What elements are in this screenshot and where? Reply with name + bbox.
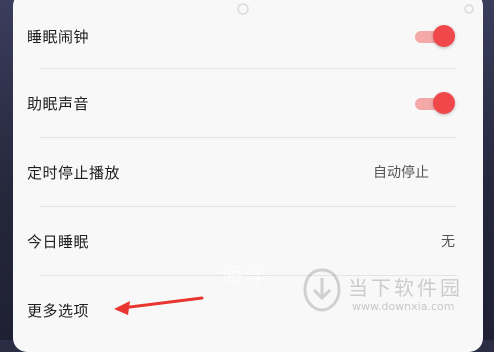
watermark-url: www.downxia.com [352,300,455,313]
annotation-arrow-icon [114,296,204,315]
today-sleep-value: 无 [441,234,455,250]
sleep-alarm-toggle[interactable] [415,25,455,47]
sleep-sound-toggle[interactable] [415,92,455,114]
sleep-alarm-row[interactable]: 睡眠闹钟 [27,2,457,70]
timed-stop-label: 定时停止播放 [27,163,121,182]
sleep-sound-row[interactable]: 助眠声音 [27,69,457,137]
timed-stop-value: 自动停止 [373,165,429,181]
toggle-knob [433,92,455,114]
timed-stop-row[interactable]: 定时停止播放 自动停止 [27,138,457,206]
watermark-logo-icon [303,268,341,312]
toggle-knob [433,25,455,47]
watermark-title: 当下软件园 [348,276,463,300]
sleep-alarm-label: 睡眠闹钟 [27,27,90,46]
today-sleep-label: 今日睡眠 [27,232,90,251]
decorative-settings-icon [464,4,474,14]
more-options-label: 更多选项 [27,301,90,320]
sleep-sound-label: 助眠声音 [27,94,90,113]
site-watermark: 当下软件园 www.downxia.com [302,268,482,328]
